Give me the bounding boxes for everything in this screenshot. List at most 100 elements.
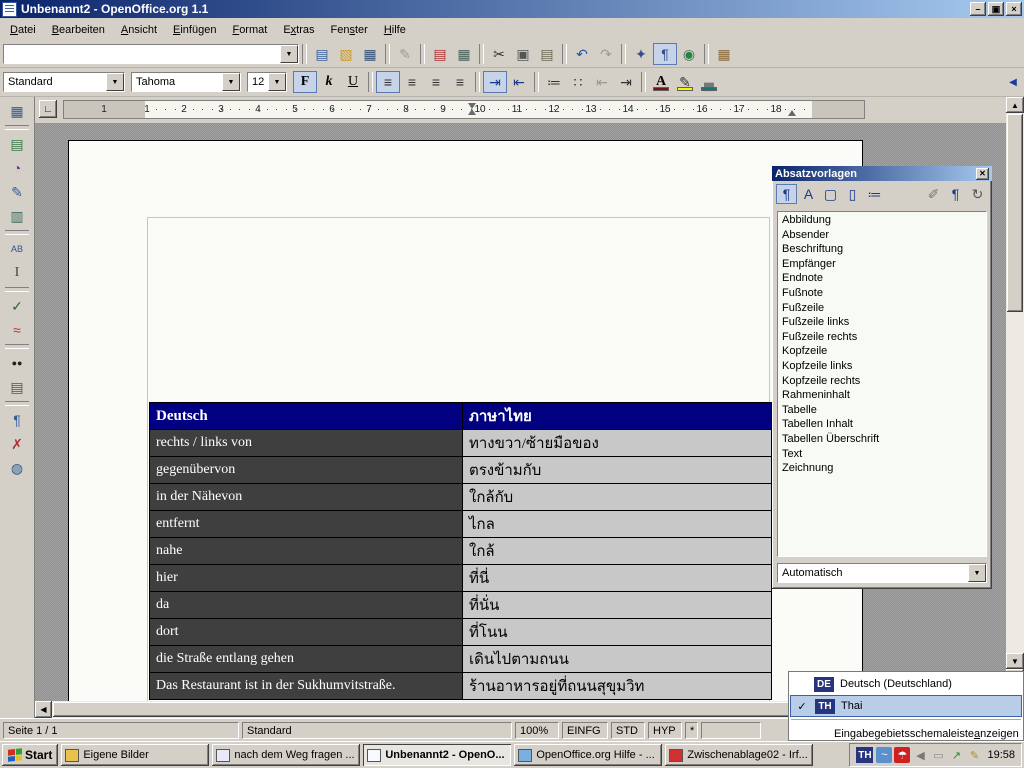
style-item-rahmeninhalt[interactable]: Rahmeninhalt (778, 388, 986, 403)
italic-button[interactable]: k (317, 71, 341, 93)
find-replace-icon[interactable]: ●● (5, 352, 29, 374)
vertical-scroll-thumb[interactable] (1007, 114, 1023, 312)
indent-marker[interactable] (468, 103, 476, 115)
tab-stop-selector[interactable]: ∟ (39, 100, 57, 118)
quickstarter-icon[interactable]: ~ (876, 747, 892, 763)
table-row[interactable]: gegenübervonตรงข้ามกับ (150, 457, 772, 484)
bold-button[interactable]: F (293, 71, 317, 93)
style-item-fu-note[interactable]: Fußnote (778, 286, 986, 301)
cut-icon[interactable]: ✂ (487, 43, 511, 65)
table-row[interactable]: die Straße entlang gehenเดินไปตามถนน (150, 646, 772, 673)
style-item-zeichnung[interactable]: Zeichnung (778, 461, 986, 476)
language-item-thai[interactable]: ✓THThai (790, 695, 1022, 717)
menu-format[interactable]: Format (224, 21, 275, 39)
task-unbenannt2-openoffice[interactable]: Unbenannt2 - OpenO... (363, 744, 511, 766)
task-eigene-bilder[interactable]: Eigene Bilder (61, 744, 209, 766)
stylist-title-bar[interactable]: Absatzvorlagen ✕ (772, 166, 992, 181)
style-item-fu-zeile-rechts[interactable]: Fußzeile rechts (778, 330, 986, 345)
menu-item-show-language-bar[interactable]: Eingabegebietsschemaleiste anzeigen (790, 724, 1022, 744)
paragraph-styles-button[interactable]: ¶ (776, 184, 797, 204)
table-row[interactable]: entferntไกล (150, 511, 772, 538)
align-right-button[interactable]: ≡ (424, 71, 448, 93)
cell-german[interactable]: nahe (150, 538, 463, 565)
menu-datei[interactable]: Datei (2, 21, 44, 39)
insert-icon[interactable]: ▤ (5, 133, 29, 155)
style-item-kopfzeile-links[interactable]: Kopfzeile links (778, 359, 986, 374)
filter-dropdown-arrow-icon[interactable]: ▼ (968, 564, 986, 582)
align-left-button[interactable]: ≡ (376, 71, 400, 93)
style-item-endnote[interactable]: Endnote (778, 271, 986, 286)
style-filter-combobox[interactable]: ▼ (777, 563, 987, 583)
table-row[interactable]: rechts / links vonทางขวา/ซ้ายมือของ (150, 430, 772, 457)
table-row[interactable]: dortที่โนน (150, 619, 772, 646)
table-row[interactable]: daที่นั่น (150, 592, 772, 619)
gallery-icon[interactable]: ▦ (712, 43, 736, 65)
paragraph-style-combobox[interactable]: ▼ (3, 72, 125, 92)
style-item-kopfzeile-rechts[interactable]: Kopfzeile rechts (778, 374, 986, 389)
autospellcheck-icon[interactable]: ≈ (5, 319, 29, 341)
cell-german[interactable]: die Straße entlang gehen (150, 646, 463, 673)
style-item-tabellen-inhalt[interactable]: Tabellen Inhalt (778, 417, 986, 432)
scroll-down-icon[interactable]: ▼ (1006, 653, 1024, 669)
nonprinting-characters-icon[interactable]: ¶ (5, 409, 29, 431)
graphics-onoff-icon[interactable]: ✗ (5, 433, 29, 455)
font-dropdown-arrow-icon[interactable]: ▼ (222, 73, 240, 91)
left-to-right-button[interactable]: ⇥ (483, 71, 507, 93)
table-row[interactable]: Das Restaurant ist in der Sukhumvitstraß… (150, 673, 772, 700)
style-dropdown-arrow-icon[interactable]: ▼ (106, 73, 124, 91)
table-row[interactable]: naheใกล้ (150, 538, 772, 565)
cell-german[interactable]: in der Nähevon (150, 484, 463, 511)
autotext-icon[interactable]: AB (5, 238, 29, 260)
task-nach-dem-weg-fragen[interactable]: nach dem Weg fragen ... (212, 744, 360, 766)
volume-icon[interactable]: ◀ (912, 747, 928, 763)
table-row[interactable]: in der Nähevonใกล้กับ (150, 484, 772, 511)
style-item-text[interactable]: Text (778, 447, 986, 462)
style-item-fu-zeile[interactable]: Fußzeile (778, 301, 986, 316)
style-item-kopfzeile[interactable]: Kopfzeile (778, 344, 986, 359)
data-sources-icon[interactable]: ▤ (5, 376, 29, 398)
frame-styles-button[interactable]: ▢ (820, 184, 841, 204)
language-item-deutsch-deutschland[interactable]: DEDeutsch (Deutschland) (790, 673, 1022, 695)
menu-einf-gen[interactable]: Einfügen (165, 21, 224, 39)
undo-icon[interactable]: ↶ (570, 43, 594, 65)
menu-extras[interactable]: Extras (275, 21, 322, 39)
right-indent-marker[interactable] (788, 110, 796, 116)
highlighting-button[interactable]: ✎ (673, 71, 697, 93)
style-item-beschriftung[interactable]: Beschriftung (778, 242, 986, 257)
cell-german[interactable]: Das Restaurant ist in der Sukhumvitstraß… (150, 673, 463, 700)
direct-cursor-icon[interactable]: I (5, 262, 29, 284)
new-style-from-selection-button[interactable]: ¶ (945, 184, 966, 204)
numbering-styles-button[interactable]: ≔ (864, 184, 885, 204)
navigator-icon[interactable]: ✦ (629, 43, 653, 65)
increase-indent-button[interactable]: ⇥ (614, 71, 638, 93)
url-input[interactable] (4, 45, 280, 63)
minimize-button[interactable]: – (970, 2, 986, 16)
update-style-button[interactable]: ↻ (967, 184, 988, 204)
menu-fenster[interactable]: Fenster (323, 21, 376, 39)
cell-german[interactable]: da (150, 592, 463, 619)
insert-object-icon[interactable]: ◔ (5, 157, 29, 179)
cell-german[interactable]: hier (150, 565, 463, 592)
restore-button[interactable]: ▣ (988, 2, 1004, 16)
font-size-input[interactable] (248, 73, 268, 91)
style-list[interactable]: AbbildungAbsenderBeschriftungEmpfängerEn… (777, 211, 987, 557)
character-styles-button[interactable]: A (798, 184, 819, 204)
save-icon[interactable]: ▦ (358, 43, 382, 65)
right-to-left-button[interactable]: ⇤ (507, 71, 531, 93)
cell-thai[interactable]: ตรงข้ามกับ (463, 457, 772, 484)
paragraph-style-input[interactable] (4, 73, 106, 91)
underline-button[interactable]: U (341, 71, 365, 93)
vertical-scroll-track[interactable] (1006, 313, 1024, 653)
cell-thai[interactable]: ไกล (463, 511, 772, 538)
copy-icon[interactable]: ▣ (511, 43, 535, 65)
tablet-pen-icon[interactable]: ✎ (966, 747, 982, 763)
cell-german[interactable]: gegenübervon (150, 457, 463, 484)
url-dropdown-arrow-icon[interactable]: ▼ (280, 45, 298, 63)
cell-thai[interactable]: ทางขวา/ซ้ายมือของ (463, 430, 772, 457)
online-layout-icon[interactable]: ◍ (5, 457, 29, 479)
cell-german[interactable]: entfernt (150, 511, 463, 538)
antivirus-icon[interactable]: ☂ (894, 747, 910, 763)
table-row[interactable]: hierที่นี่ (150, 565, 772, 592)
font-name-input[interactable] (132, 73, 222, 91)
style-item-abbildung[interactable]: Abbildung (778, 213, 986, 228)
